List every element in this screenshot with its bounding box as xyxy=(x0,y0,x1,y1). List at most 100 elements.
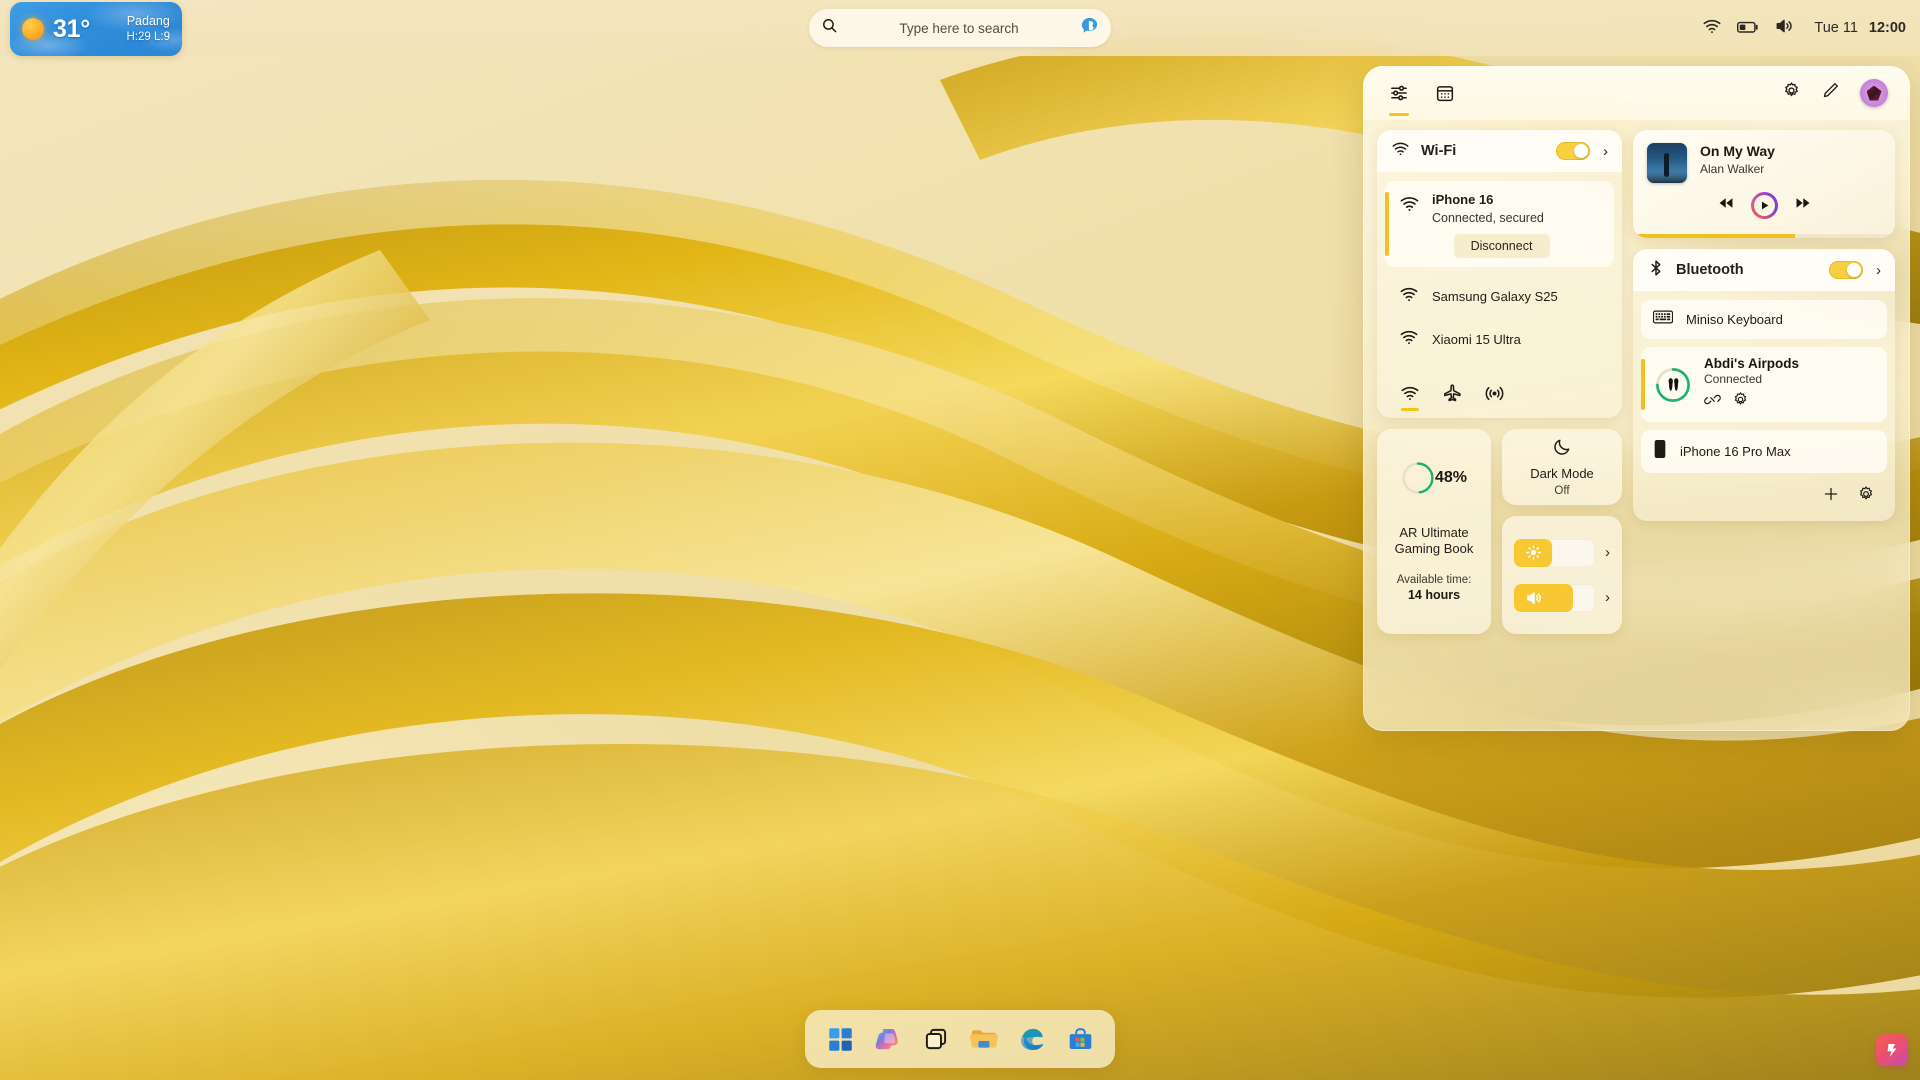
connected-network-row: iPhone 16 Connected, secured xyxy=(1399,191,1604,225)
search-icon xyxy=(821,17,838,39)
copilot-icon[interactable] xyxy=(873,1024,903,1054)
list-item[interactable]: iPhone 16 Pro Max xyxy=(1641,430,1887,473)
media-player-card: On My Way Alan Walker xyxy=(1633,130,1895,238)
volume-slider[interactable] xyxy=(1514,583,1595,612)
bluetooth-toggle[interactable] xyxy=(1829,261,1863,279)
avatar[interactable] xyxy=(1860,79,1888,107)
brightness-chevron-icon[interactable]: › xyxy=(1605,545,1610,560)
active-tab-underline xyxy=(1401,408,1419,411)
next-track-icon[interactable] xyxy=(1794,194,1812,217)
dark-mode-tile[interactable]: Dark Mode Off xyxy=(1502,429,1622,505)
battery-card: 48% AR Ultimate Gaming Book Available ti… xyxy=(1377,429,1491,634)
bluetooth-device-list: Miniso Keyboard Abdi's Airpods Connected… xyxy=(1633,291,1895,473)
volume-icon xyxy=(1527,591,1542,604)
footer-tab-airplane-mode[interactable] xyxy=(1441,382,1463,404)
unlink-icon[interactable] xyxy=(1704,391,1721,413)
task-view-icon[interactable] xyxy=(921,1024,951,1054)
edge-icon[interactable] xyxy=(1017,1024,1047,1054)
wifi-connected-network[interactable]: iPhone 16 Connected, secured Disconnect xyxy=(1385,181,1614,267)
wifi-icon[interactable] xyxy=(1702,16,1722,41)
wifi-header[interactable]: Wi-Fi › xyxy=(1377,130,1622,172)
tab-calendar[interactable] xyxy=(1431,79,1459,107)
wifi-icon xyxy=(1399,327,1419,352)
play-button[interactable] xyxy=(1750,192,1778,219)
gear-icon[interactable] xyxy=(1782,81,1801,105)
bluetooth-header[interactable]: Bluetooth › xyxy=(1633,249,1895,291)
quick-settings-body: Wi-Fi › iPhone 16 Connected, secured Dis… xyxy=(1363,120,1910,648)
search-input[interactable] xyxy=(846,20,1072,36)
wifi-label: Wi-Fi xyxy=(1421,143,1457,159)
wifi-card: Wi-Fi › iPhone 16 Connected, secured Dis… xyxy=(1377,130,1622,418)
avatar-gem-icon xyxy=(1866,85,1882,101)
battery-icon[interactable] xyxy=(1736,16,1760,41)
folder-icon[interactable] xyxy=(969,1024,999,1054)
media-controls xyxy=(1647,192,1881,219)
bluetooth-icon xyxy=(1647,259,1665,282)
lightning-bolt-icon xyxy=(1887,1043,1896,1057)
pencil-icon[interactable] xyxy=(1821,81,1840,105)
keyboard-icon xyxy=(1652,309,1674,330)
start-button[interactable] xyxy=(825,1024,855,1054)
clock[interactable]: Tue 11 12:00 xyxy=(1814,20,1906,36)
bluetooth-device-text: Abdi's Airpods Connected xyxy=(1704,356,1799,413)
list-item[interactable]: Samsung Galaxy S25 xyxy=(1385,275,1614,318)
header-actions xyxy=(1782,79,1888,107)
weather-highlow: H:29 L:9 xyxy=(126,30,170,43)
battery-device-name: AR Ultimate Gaming Book xyxy=(1394,525,1474,557)
battery-and-modes-row: 48% AR Ultimate Gaming Book Available ti… xyxy=(1377,429,1622,634)
list-item[interactable]: Xiaomi 15 Ultra xyxy=(1385,318,1614,361)
wifi-icon xyxy=(1399,284,1419,309)
bluetooth-label: Bluetooth xyxy=(1676,262,1744,278)
modes-stack: Dark Mode Off › › xyxy=(1502,429,1622,634)
bluetooth-footer xyxy=(1633,473,1895,521)
search-bar[interactable] xyxy=(809,9,1111,47)
battery-available-label: Available time: xyxy=(1396,573,1472,586)
media-progress-bar[interactable] xyxy=(1633,233,1895,238)
network-name: Samsung Galaxy S25 xyxy=(1432,289,1558,304)
volume-slider-row: › xyxy=(1514,583,1610,612)
sliders-card: › › xyxy=(1502,516,1622,634)
volume-chevron-icon[interactable]: › xyxy=(1605,590,1610,605)
gear-icon[interactable] xyxy=(1857,485,1875,508)
store-icon[interactable] xyxy=(1065,1024,1095,1054)
media-text: On My Way Alan Walker xyxy=(1700,143,1775,176)
footer-tab-mobile-hotspot[interactable] xyxy=(1483,382,1505,404)
left-column: Wi-Fi › iPhone 16 Connected, secured Dis… xyxy=(1377,130,1622,634)
sun-icon xyxy=(22,18,44,40)
footer-tab-wifi[interactable] xyxy=(1399,382,1421,411)
weather-widget[interactable]: 31° Padang H:29 L:9 xyxy=(10,2,182,56)
volume-icon[interactable] xyxy=(1774,16,1794,41)
previous-track-icon[interactable] xyxy=(1717,194,1735,217)
bluetooth-device-actions xyxy=(1704,391,1799,413)
wifi-header-controls: › xyxy=(1556,142,1608,160)
wifi-footer-tabs xyxy=(1377,370,1622,418)
connected-network-name: iPhone 16 xyxy=(1432,192,1494,207)
wifi-chevron-icon[interactable]: › xyxy=(1603,144,1608,159)
bluetooth-device-connected[interactable]: Abdi's Airpods Connected xyxy=(1641,347,1887,422)
wifi-toggle[interactable] xyxy=(1556,142,1590,160)
weather-location-block: Padang H:29 L:9 xyxy=(127,14,170,44)
dark-mode-state: Off xyxy=(1554,485,1570,497)
battery-ring xyxy=(1402,462,1434,494)
bluetooth-card: Bluetooth › Miniso Keyboard Abdi's Airpo… xyxy=(1633,249,1895,521)
bluetooth-chevron-icon[interactable]: › xyxy=(1876,263,1881,278)
brightness-slider-row: › xyxy=(1514,538,1610,567)
desktop-shortcut-widget[interactable] xyxy=(1876,1034,1908,1066)
weather-city: Padang xyxy=(126,14,170,28)
tray-time: 12:00 xyxy=(1868,20,1906,36)
brightness-slider[interactable] xyxy=(1514,538,1595,567)
media-info: On My Way Alan Walker xyxy=(1647,143,1881,183)
taskbar-top: 31° Padang H:29 L:9 Type here to search … xyxy=(0,0,1920,56)
list-item[interactable]: Miniso Keyboard xyxy=(1641,300,1887,339)
disconnect-button[interactable]: Disconnect xyxy=(1453,234,1550,258)
wifi-network-list: Samsung Galaxy S25 Xiaomi 15 Ultra xyxy=(1377,267,1622,361)
media-title: On My Way xyxy=(1700,143,1775,159)
play-icon xyxy=(1761,201,1768,210)
battery-percent: 48% xyxy=(1434,469,1467,486)
phone-icon xyxy=(1653,439,1667,464)
media-progress-fill xyxy=(1633,233,1796,238)
bing-copilot-icon[interactable] xyxy=(1080,16,1099,40)
tab-quick-settings[interactable] xyxy=(1385,79,1413,116)
plus-icon[interactable] xyxy=(1822,485,1840,508)
gear-icon[interactable] xyxy=(1732,391,1749,413)
